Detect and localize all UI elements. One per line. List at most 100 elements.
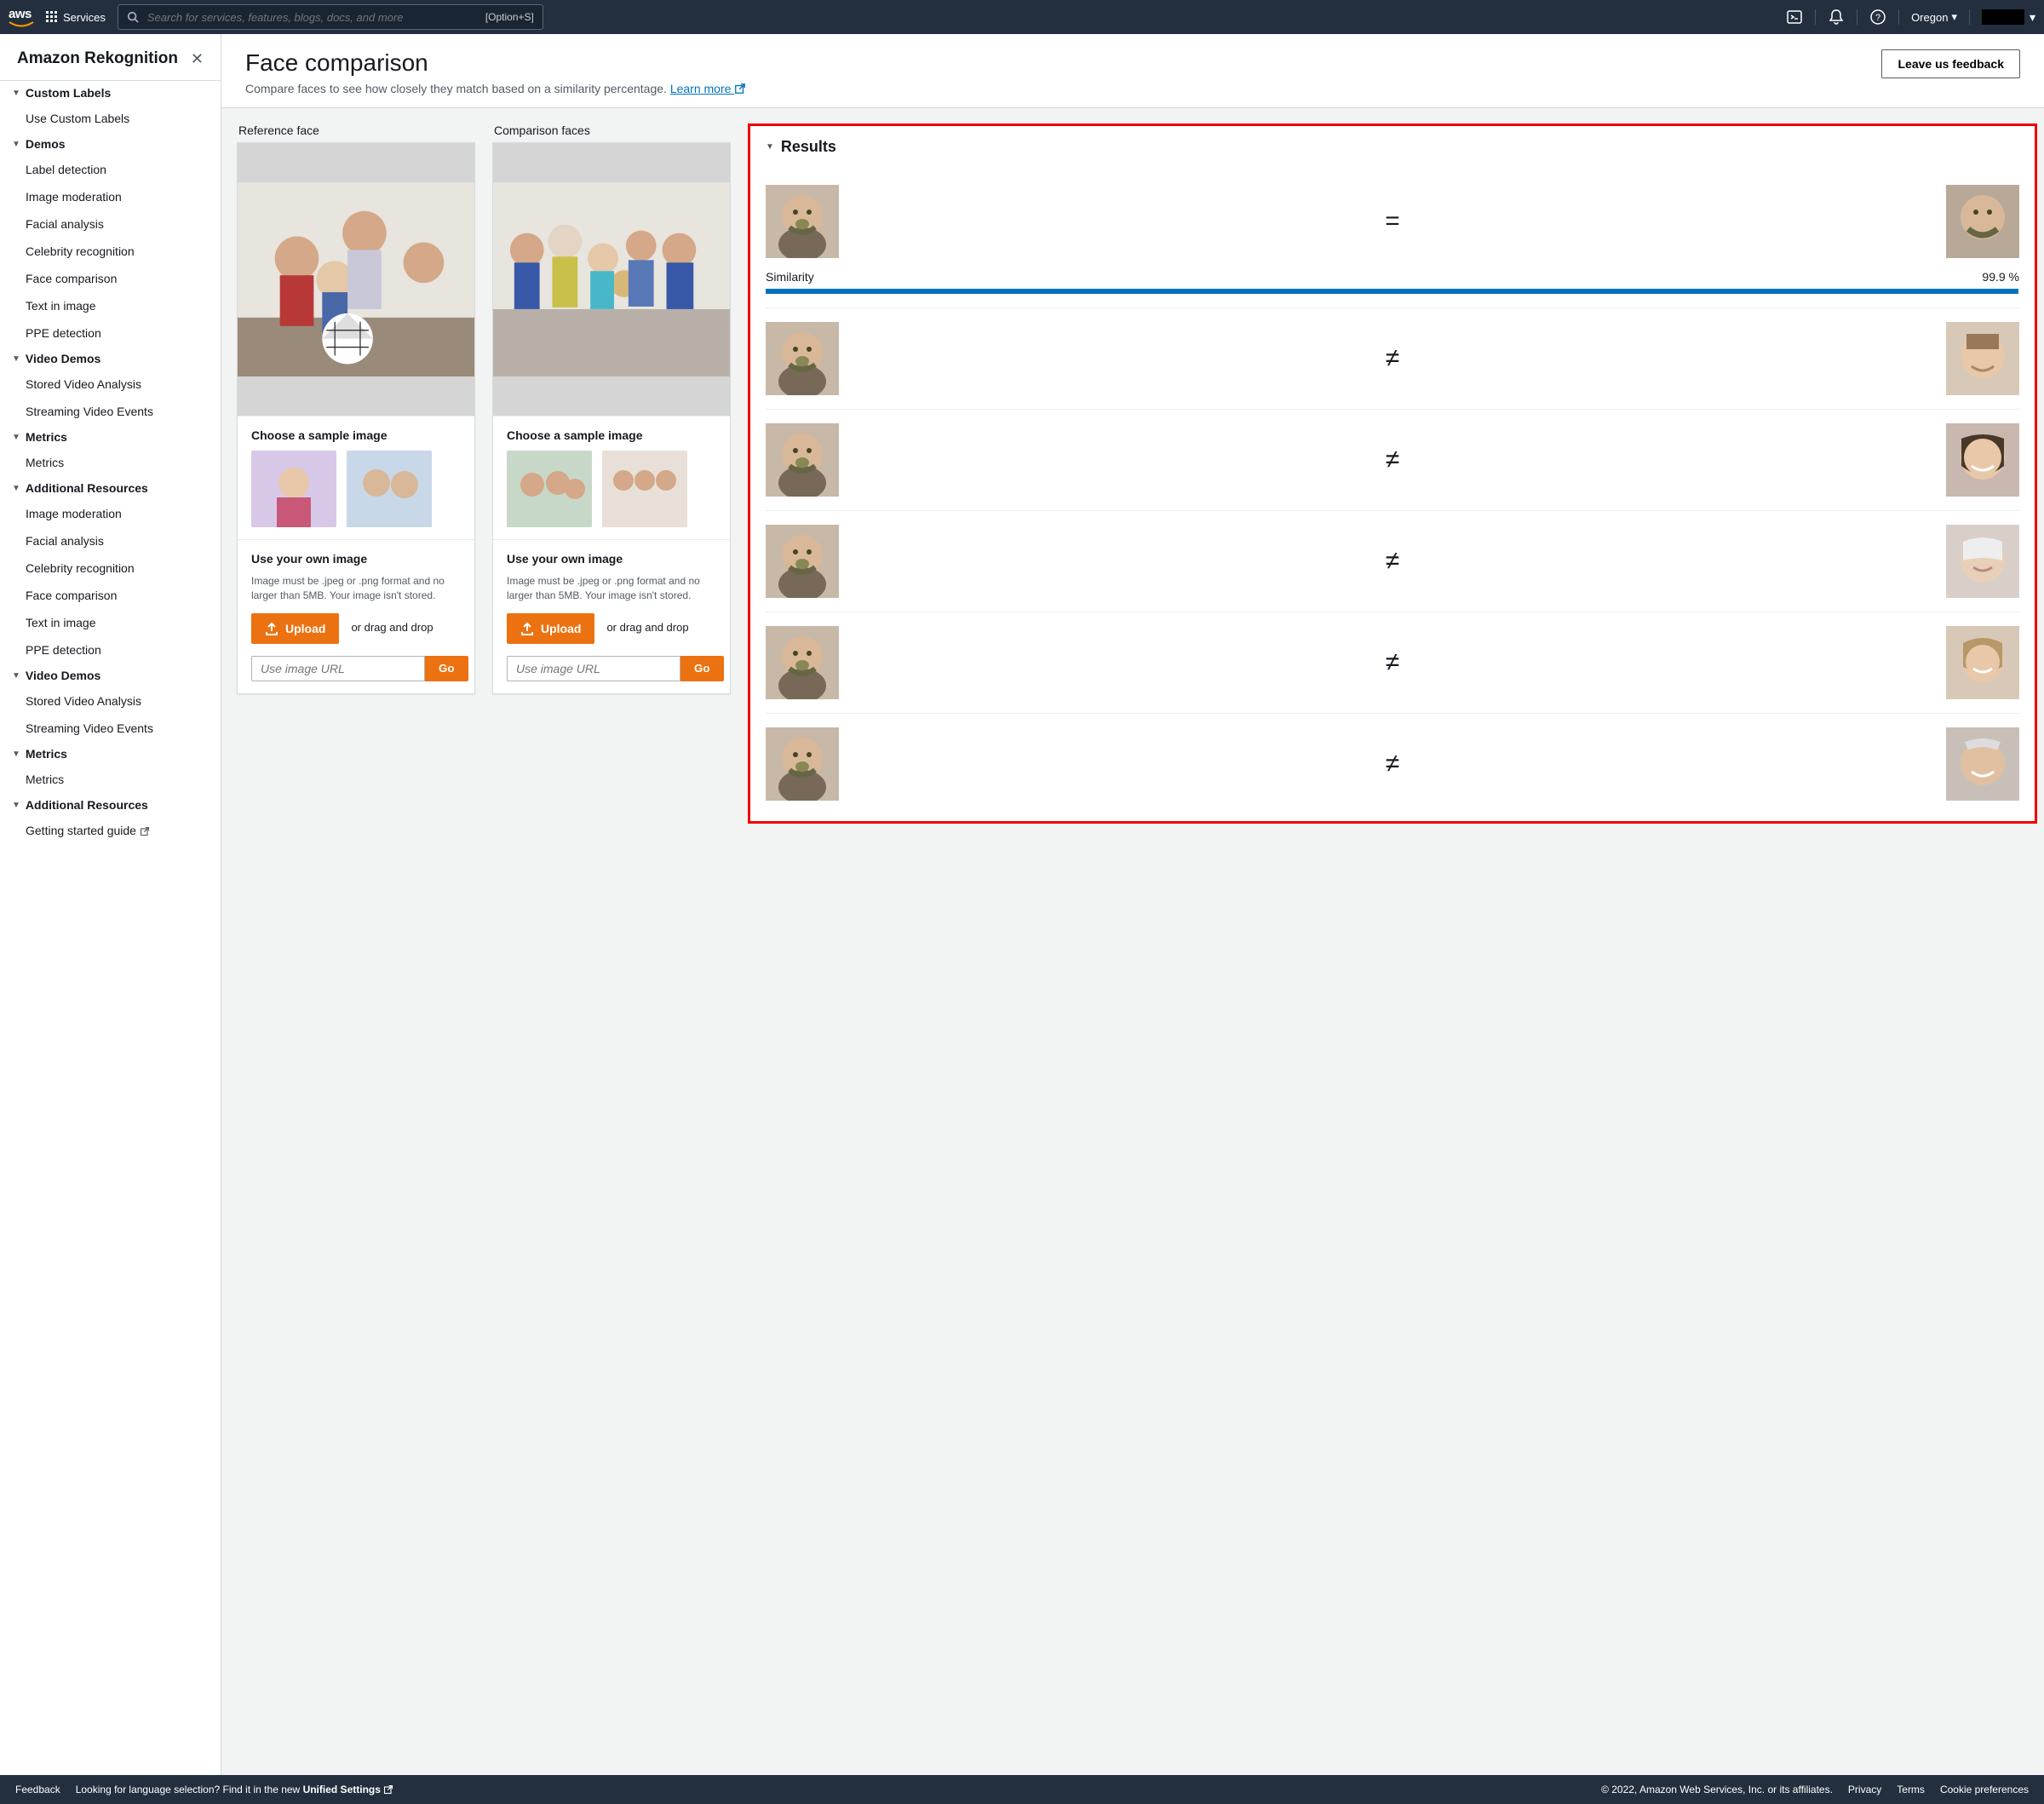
chevron-down-icon: ▾ [2030,10,2035,25]
nav-item[interactable]: Text in image [0,292,221,319]
nav-item[interactable]: Metrics [0,766,221,793]
chevron-down-icon: ▼ [766,142,774,152]
go-button[interactable]: Go [425,656,468,681]
footer-link-cookies[interactable]: Cookie preferences [1940,1784,2029,1795]
upload-button[interactable]: Upload [251,613,339,644]
sidebar: Amazon Rekognition ✕ ▼Custom LabelsUse C… [0,34,221,1775]
nav-item[interactable]: Streaming Video Events [0,715,221,742]
aws-logo-text: aws [9,7,32,21]
footer-link-privacy[interactable]: Privacy [1848,1784,1881,1795]
nav-item[interactable]: Streaming Video Events [0,398,221,425]
grid-icon [46,11,58,23]
reference-panel: Reference face Choose a sample image Use… [237,124,475,1760]
result-target-face [1946,322,2019,395]
chevron-down-icon: ▼ [12,750,20,759]
result-target-face [1946,185,2019,258]
nav-item[interactable]: PPE detection [0,319,221,347]
own-image-hint: Image must be .jpeg or .png format and n… [251,574,461,603]
search-box[interactable]: [Option+S] [118,4,543,30]
footer-feedback[interactable]: Feedback [15,1784,60,1795]
nav-item[interactable]: Celebrity recognition [0,554,221,582]
nav-heading[interactable]: ▼Metrics [0,742,221,766]
nav-heading[interactable]: ▼Additional Resources [0,476,221,500]
sample-image-2[interactable] [602,451,687,527]
top-nav: aws Services [Option+S] ? Oregon ▾ ▾ [0,0,2044,34]
results-header[interactable]: ▼ Results [766,138,2019,156]
page-description: Compare faces to see how closely they ma… [245,82,746,95]
result-item: ≠ [766,511,2019,612]
image-url-input[interactable] [251,656,425,681]
result-target-face [1946,626,2019,699]
aws-logo[interactable]: aws [9,7,34,28]
services-menu[interactable]: Services [46,11,106,24]
result-item: ≠ [766,612,2019,714]
nav-item[interactable]: Stored Video Analysis [0,371,221,398]
nav-item[interactable]: Image moderation [0,183,221,210]
not-equals-icon: ≠ [1386,344,1399,373]
nav-item[interactable]: Celebrity recognition [0,238,221,265]
main-content: Face comparison Compare faces to see how… [221,34,2044,1775]
result-source-face [766,727,839,801]
result-source-face [766,322,839,395]
nav-heading[interactable]: ▼Custom Labels [0,81,221,105]
external-link-icon [383,1784,393,1795]
nav-item[interactable]: Facial analysis [0,527,221,554]
nav-heading[interactable]: ▼Metrics [0,425,221,449]
image-url-input[interactable] [507,656,680,681]
nav-heading[interactable]: ▼Demos [0,132,221,156]
external-link-icon [140,826,150,836]
notifications-icon[interactable] [1828,9,1845,26]
nav-item[interactable]: PPE detection [0,636,221,664]
upload-button[interactable]: Upload [507,613,594,644]
similarity-bar [766,289,2018,294]
account-menu[interactable]: ▾ [1982,9,2035,25]
result-target-face [1946,525,2019,598]
help-icon[interactable]: ? [1869,9,1886,26]
nav-item[interactable]: Facial analysis [0,210,221,238]
result-source-face [766,423,839,497]
nav-item[interactable]: Metrics [0,449,221,476]
learn-more-link[interactable]: Learn more [670,82,746,95]
result-source-face [766,626,839,699]
leave-feedback-button[interactable]: Leave us feedback [1881,49,2020,78]
nav-heading[interactable]: ▼Video Demos [0,347,221,371]
svg-text:?: ? [1875,13,1880,23]
close-icon[interactable]: ✕ [191,50,204,68]
sample-heading: Choose a sample image [507,428,716,442]
footer-link-terms[interactable]: Terms [1897,1784,1925,1795]
search-input[interactable] [147,11,477,24]
sample-image-2[interactable] [347,451,432,527]
chevron-down-icon: ▼ [12,140,20,149]
nav-item[interactable]: Getting started guide [0,817,221,844]
sidebar-title: Amazon Rekognition [17,49,178,68]
nav-item[interactable]: Use Custom Labels [0,105,221,132]
similarity-value: 99.9 % [1982,270,2019,284]
account-label-redacted [1982,9,2024,25]
comparison-image [493,143,730,416]
go-button[interactable]: Go [680,656,724,681]
result-target-face [1946,423,2019,497]
nav-item[interactable]: Text in image [0,609,221,636]
result-source-face [766,185,839,258]
sample-image-1[interactable] [251,451,336,527]
reference-label: Reference face [237,124,475,137]
upload-icon [520,622,534,635]
unified-settings-link[interactable]: Unified Settings [303,1784,394,1795]
nav-item[interactable]: Face comparison [0,265,221,292]
result-target-face [1946,727,2019,801]
cloudshell-icon[interactable] [1786,9,1803,26]
result-item: ≠ [766,308,2019,410]
nav-item[interactable]: Face comparison [0,582,221,609]
not-equals-icon: ≠ [1386,648,1399,677]
region-selector[interactable]: Oregon ▾ [1911,10,1957,24]
chevron-down-icon: ▼ [12,433,20,442]
nav-heading[interactable]: ▼Additional Resources [0,793,221,817]
nav-item[interactable]: Image moderation [0,500,221,527]
drag-drop-label: or drag and drop [351,621,433,635]
nav-heading[interactable]: ▼Video Demos [0,664,221,687]
external-link-icon [734,83,746,95]
nav-item[interactable]: Stored Video Analysis [0,687,221,715]
services-label: Services [63,11,106,24]
sample-image-1[interactable] [507,451,592,527]
nav-item[interactable]: Label detection [0,156,221,183]
